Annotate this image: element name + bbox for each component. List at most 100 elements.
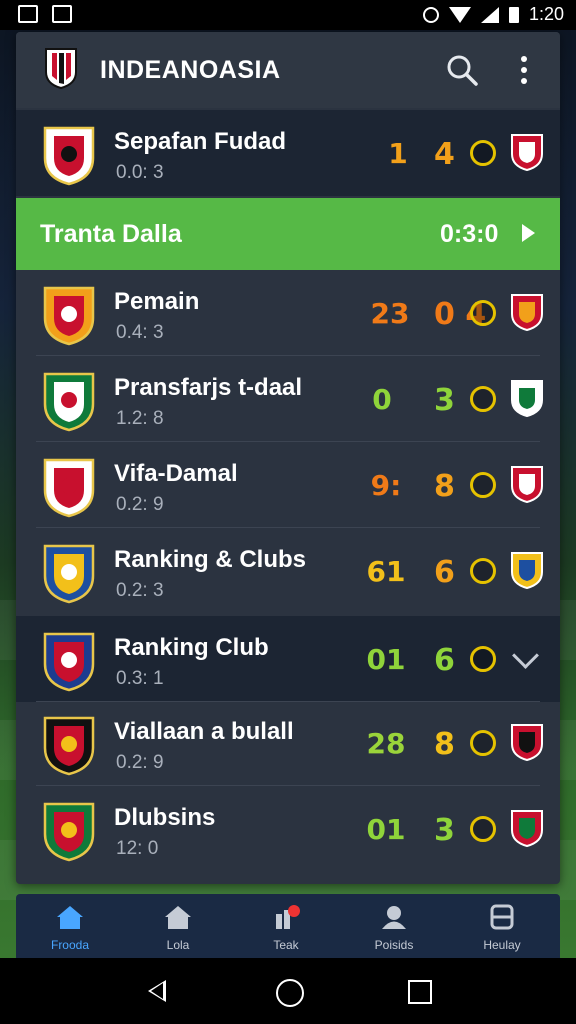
nav-item[interactable]: Lola bbox=[124, 894, 232, 958]
opponent-crest-icon bbox=[511, 810, 543, 848]
team-crest-icon bbox=[43, 458, 95, 518]
system-navigation-bar bbox=[0, 958, 576, 1024]
score-left: 01 bbox=[366, 813, 406, 846]
match-row[interactable]: Pemain 0.4: 3 23 0 4 bbox=[16, 270, 560, 356]
opponent-crest-icon bbox=[511, 134, 543, 172]
image-notification-icon bbox=[18, 5, 38, 23]
app-bar: INDEANOASIA bbox=[16, 32, 560, 108]
score-right: 3 bbox=[434, 813, 455, 848]
opponent-crest-icon bbox=[511, 294, 543, 332]
match-time: 0.4: 3 bbox=[116, 322, 164, 343]
score-right: 3 bbox=[434, 383, 455, 418]
bet-coin-icon[interactable] bbox=[470, 386, 496, 412]
team-name: Pransfarjs t-daal bbox=[114, 374, 303, 401]
home-icon bbox=[57, 906, 83, 929]
play-icon[interactable] bbox=[522, 224, 535, 242]
match-time: 1.2: 8 bbox=[116, 408, 164, 429]
score-left: 01 bbox=[366, 643, 406, 676]
team-name: Ranking Club bbox=[114, 634, 269, 661]
bet-coin-icon[interactable] bbox=[470, 300, 496, 326]
team-name: Vifa-Damal bbox=[114, 460, 238, 487]
team-crest-icon bbox=[43, 286, 95, 346]
nav-label: Teak bbox=[273, 938, 299, 952]
app-notification-icon bbox=[52, 5, 72, 23]
status-time: 1:20 bbox=[528, 4, 564, 24]
match-row[interactable]: Sepafan Fudad 0.0: 3 14 bbox=[16, 110, 560, 196]
match-row[interactable]: Vifa-Damal 0.2: 9 9: 8 bbox=[16, 442, 560, 528]
score-left: 1 bbox=[388, 137, 408, 170]
bet-coin-icon[interactable] bbox=[470, 140, 496, 166]
team-crest-icon bbox=[43, 372, 95, 432]
nav-item[interactable]: Poisids bbox=[340, 894, 448, 958]
opponent-crest-icon bbox=[511, 380, 543, 418]
score-left: 23 bbox=[370, 297, 410, 330]
banner-time: 0:3:0 bbox=[440, 220, 499, 248]
matches-card: INDEANOASIA Sepafan Fudad 0.0: 3 1 4 Pemain 0… bbox=[16, 32, 560, 884]
score-right: 6 bbox=[434, 555, 455, 590]
search-icon[interactable] bbox=[446, 54, 478, 86]
nav-label: Lola bbox=[166, 938, 190, 952]
app-title: INDEANOASIA bbox=[100, 56, 281, 84]
match-row[interactable]: Ranking & Clubs 0.2: 3 61 6 bbox=[16, 528, 560, 614]
team-name: Viallaan a bulall bbox=[114, 718, 294, 745]
score-right: 4 bbox=[434, 137, 455, 172]
team-crest-icon bbox=[43, 126, 95, 186]
match-row[interactable]: Viallaan a bulall 0.2: 9 28 8 bbox=[16, 700, 560, 786]
team-crest-icon bbox=[43, 802, 95, 862]
match-time: 0.2: 9 bbox=[116, 752, 164, 773]
bet-coin-icon[interactable] bbox=[470, 558, 496, 584]
team-crest-icon bbox=[43, 716, 95, 776]
bet-coin-icon[interactable] bbox=[470, 730, 496, 756]
match-row[interactable]: Ranking Club 0.3: 1 01 6 bbox=[16, 616, 560, 702]
match-time: 0.0: 3 bbox=[116, 162, 164, 183]
home-button[interactable] bbox=[276, 979, 304, 1007]
more-options-icon[interactable] bbox=[518, 56, 530, 84]
status-bar: 1:20 bbox=[0, 0, 576, 30]
nav-item[interactable]: Teak bbox=[232, 894, 340, 958]
team-name: Sepafan Fudad bbox=[114, 128, 287, 155]
bet-coin-icon[interactable] bbox=[470, 816, 496, 842]
opponent-crest-icon bbox=[511, 552, 543, 590]
alarm-icon bbox=[422, 6, 439, 23]
chevron-down-icon[interactable] bbox=[512, 642, 539, 669]
live-match-banner[interactable]: Tranta Dalla 0:3:0 bbox=[16, 198, 560, 270]
match-time: 0.2: 3 bbox=[116, 580, 164, 601]
signal-icon bbox=[480, 6, 499, 23]
match-row[interactable]: Dlubsins 12: 0 01 3 bbox=[16, 786, 560, 872]
score-left: 28 bbox=[366, 727, 406, 760]
profile-icon bbox=[382, 906, 406, 929]
score-right: 8 bbox=[434, 469, 455, 504]
recent-apps-button[interactable] bbox=[408, 980, 432, 1004]
opponent-crest-icon bbox=[511, 724, 543, 762]
banner-title: Tranta Dalla bbox=[40, 220, 182, 248]
bet-coin-icon[interactable] bbox=[470, 646, 496, 672]
score-left: 61 bbox=[366, 555, 406, 588]
match-time: 12: 0 bbox=[116, 838, 159, 859]
team-name: Pemain bbox=[114, 288, 200, 315]
team-crest-icon bbox=[43, 544, 95, 604]
score-left: 9: bbox=[370, 469, 402, 502]
match-row[interactable]: Pransfarjs t-daal 1.2: 8 0 3 bbox=[16, 356, 560, 442]
opponent-crest-icon bbox=[511, 466, 543, 504]
bottom-navigation: Frooda Lola Teak Poisids Heulay bbox=[16, 894, 560, 958]
wifi-icon bbox=[448, 6, 471, 23]
team-crest-icon bbox=[43, 632, 95, 692]
battery-icon bbox=[508, 6, 519, 23]
score-left: 0 bbox=[372, 383, 392, 416]
nav-label: Heulay bbox=[483, 938, 521, 952]
nav-item[interactable]: Frooda bbox=[16, 894, 124, 958]
nav-label: Frooda bbox=[50, 938, 90, 952]
match-time: 0.3: 1 bbox=[116, 668, 164, 689]
nav-label: Poisids bbox=[374, 938, 414, 952]
app-logo bbox=[45, 48, 77, 90]
match-time: 0.2: 9 bbox=[116, 494, 164, 515]
score-right: 6 bbox=[434, 643, 455, 678]
bet-coin-icon[interactable] bbox=[470, 472, 496, 498]
house-icon bbox=[165, 906, 191, 929]
settings-icon bbox=[490, 904, 514, 930]
back-button[interactable] bbox=[148, 980, 166, 1002]
score-right: 8 bbox=[434, 727, 455, 762]
notification-icon bbox=[276, 905, 300, 929]
team-name: Dlubsins bbox=[114, 804, 216, 831]
nav-item[interactable]: Heulay bbox=[448, 894, 556, 958]
